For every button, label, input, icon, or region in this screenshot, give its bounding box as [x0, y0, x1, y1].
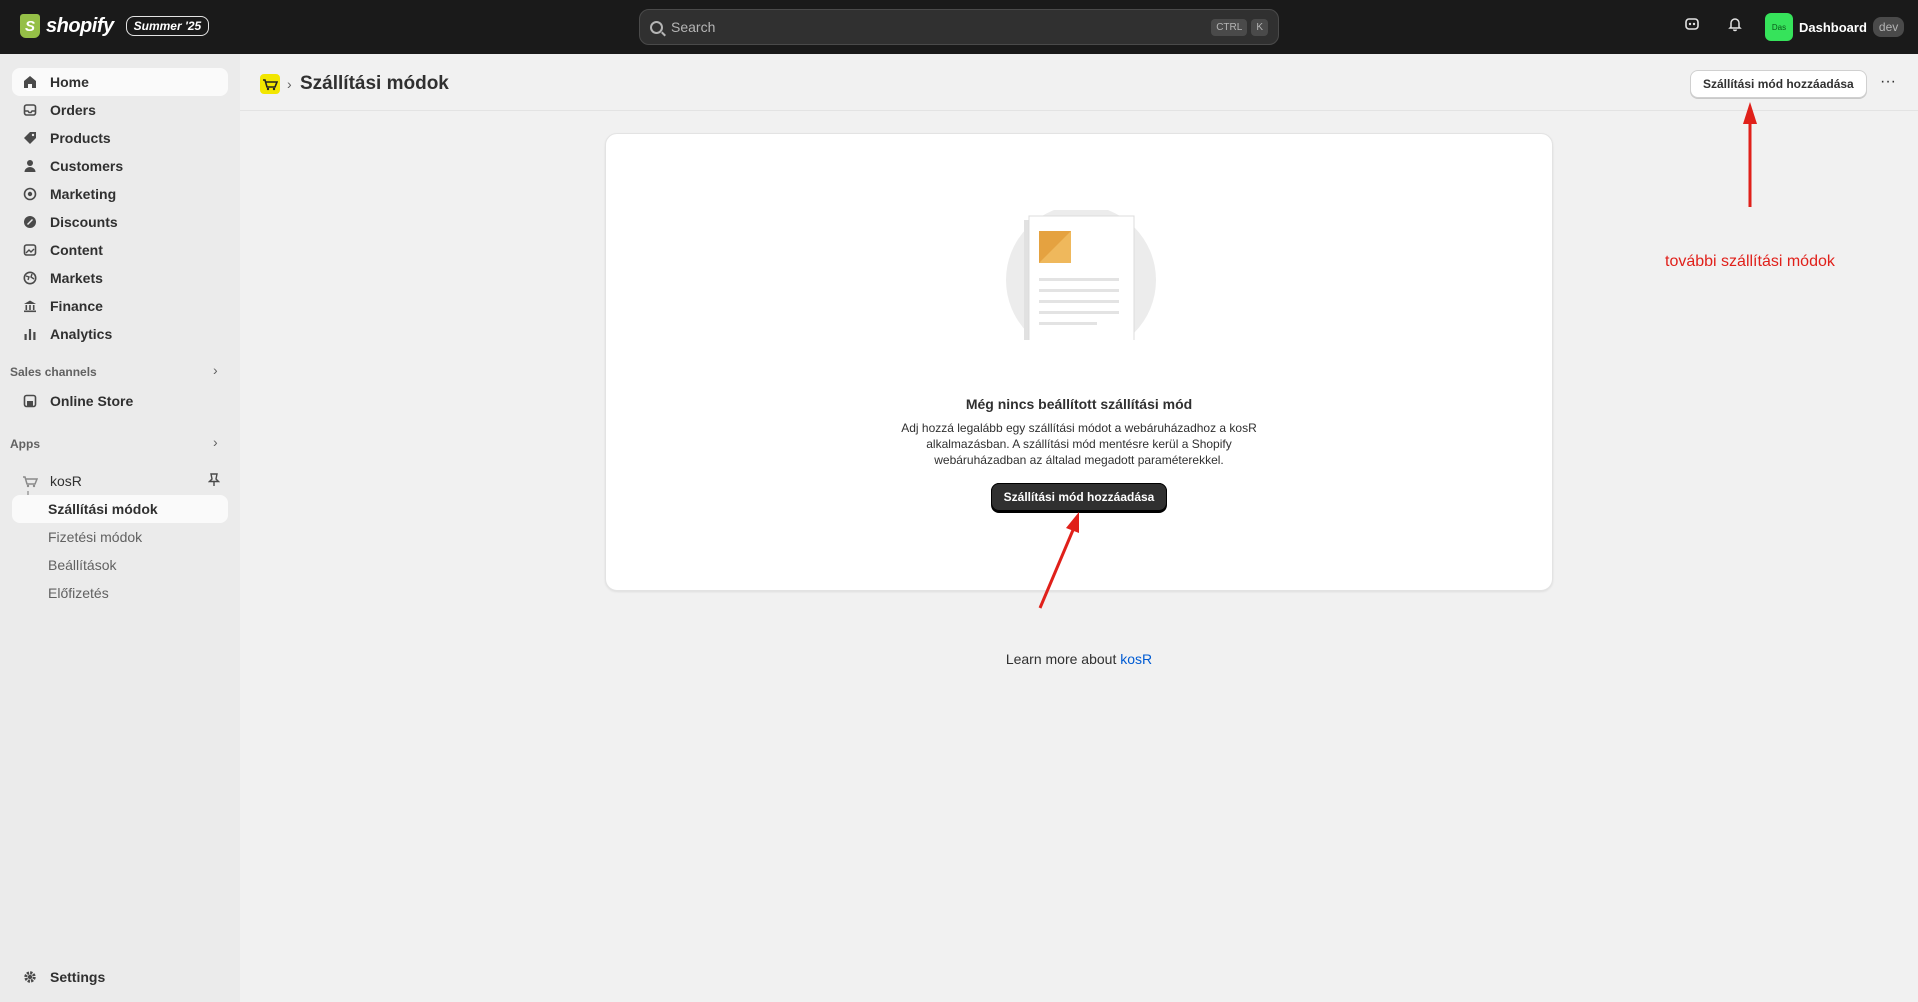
sidebar-item-label: Customers: [50, 158, 124, 174]
app-logo-icon[interactable]: [260, 74, 280, 94]
bank-icon: [22, 298, 38, 314]
sidebar-item-discounts[interactable]: Discounts: [12, 208, 228, 236]
sidebar-item-marketing[interactable]: Marketing: [12, 180, 228, 208]
learn-more-link[interactable]: kosR: [1120, 651, 1152, 667]
pin-icon[interactable]: [207, 473, 221, 490]
sidebar-item-markets[interactable]: Markets: [12, 264, 228, 292]
sidebar-item-finance[interactable]: Finance: [12, 292, 228, 320]
target-icon: [22, 186, 38, 202]
chart-icon: [22, 326, 38, 342]
empty-state-illustration: [1006, 210, 1156, 340]
sidebar-item-label: Markets: [50, 270, 103, 286]
sidebar-item-label: kosR: [50, 473, 82, 489]
sidebar-item-orders[interactable]: Orders: [12, 96, 228, 124]
sales-channels-heading: Sales channels: [10, 365, 97, 379]
home-icon: [22, 74, 38, 90]
sidebar-item-label: Orders: [50, 102, 96, 118]
arrow-to-header-button: [1743, 102, 1757, 207]
store-badge: dev: [1872, 17, 1905, 37]
page-title: Szállítási módok: [300, 73, 449, 94]
chevron-right-icon[interactable]: ›: [213, 434, 218, 450]
store-name: Dashboard: [1799, 19, 1867, 35]
add-shipping-method-button[interactable]: Szállítási mód hozzáadása: [991, 483, 1167, 511]
image-icon: [22, 242, 38, 258]
sidebar: Home Orders Products Customers Marketing…: [0, 54, 240, 1002]
sidebar-subitem-settings[interactable]: Beállítások: [12, 551, 228, 579]
sidebar-item-app-kosr[interactable]: kosR: [12, 467, 228, 495]
sidebar-item-customers[interactable]: Customers: [12, 152, 228, 180]
shortcut-ctrl: CTRL: [1211, 18, 1248, 36]
sidebar-item-analytics[interactable]: Analytics: [12, 320, 228, 348]
chevron-right-icon[interactable]: ›: [213, 362, 218, 378]
edition-badge: Summer '25: [125, 16, 210, 36]
top-bar: shopify Summer '25 CTRL K Das Dashboard …: [0, 0, 1918, 54]
avatar: Das: [1765, 13, 1793, 41]
sidebar-item-online-store[interactable]: Online Store: [12, 387, 228, 415]
learn-more-line: Learn more about kosR: [240, 651, 1918, 667]
add-shipping-method-header-button[interactable]: Szállítási mód hozzáadása: [1690, 70, 1867, 98]
sidebar-item-label: Finance: [50, 298, 103, 314]
discount-icon: [22, 214, 38, 230]
sidebar-item-label: Home: [50, 74, 89, 90]
sidebar-item-content[interactable]: Content: [12, 236, 228, 264]
sidebar-item-label: Content: [50, 242, 103, 258]
sidebar-item-settings[interactable]: Settings: [12, 963, 228, 991]
sidebar-subitem-shipping[interactable]: Szállítási módok: [12, 495, 228, 523]
shopify-bag-icon: [20, 14, 40, 38]
gear-icon: [22, 969, 38, 985]
search-bar[interactable]: CTRL K: [639, 9, 1279, 45]
person-icon: [22, 158, 38, 174]
learn-more-text: Learn more about: [1005, 651, 1117, 667]
empty-state-description: Adj hozzá legalább egy szállítási módot …: [901, 421, 1257, 467]
sidebar-subitem-payment[interactable]: Fizetési módok: [12, 523, 228, 551]
shopify-logo[interactable]: shopify Summer '25: [20, 14, 210, 38]
shortcut-key: K: [1251, 18, 1268, 36]
bell-icon[interactable]: [1724, 16, 1746, 38]
app-icon: [22, 473, 38, 489]
tag-icon: [22, 130, 38, 146]
sidebar-item-label: Products: [50, 130, 111, 146]
sidebar-item-label: Online Store: [50, 393, 134, 409]
search-input[interactable]: [671, 19, 1208, 35]
sidebar-item-label: Settings: [50, 969, 106, 985]
annotation-label: további szállítási módok: [1665, 253, 1835, 270]
store-icon: [22, 393, 38, 409]
logo-text: shopify: [46, 14, 114, 37]
search-icon: [650, 20, 663, 34]
sidebar-item-label: Marketing: [50, 186, 117, 202]
more-actions-icon[interactable]: ···: [1876, 72, 1900, 96]
sidebar-item-label: Discounts: [50, 214, 118, 230]
inbox-icon: [22, 102, 38, 118]
apps-heading: Apps: [10, 437, 40, 451]
header-divider: [240, 110, 1918, 111]
sidebar-item-products[interactable]: Products: [12, 124, 228, 152]
sidebar-item-home[interactable]: Home: [12, 68, 228, 96]
breadcrumb-chevron-icon: ›: [287, 76, 292, 92]
empty-state-card: Még nincs beállított szállítási mód Adj …: [605, 133, 1553, 591]
globe-icon: [22, 270, 38, 286]
sidebar-subitem-subscription[interactable]: Előfizetés: [12, 579, 228, 607]
store-menu-button[interactable]: Das Dashboard dev: [1765, 12, 1905, 42]
sidebar-item-label: Analytics: [50, 326, 113, 342]
sidekick-icon[interactable]: [1681, 16, 1703, 38]
empty-state-title: Még nincs beállított szállítási mód: [965, 396, 1193, 412]
